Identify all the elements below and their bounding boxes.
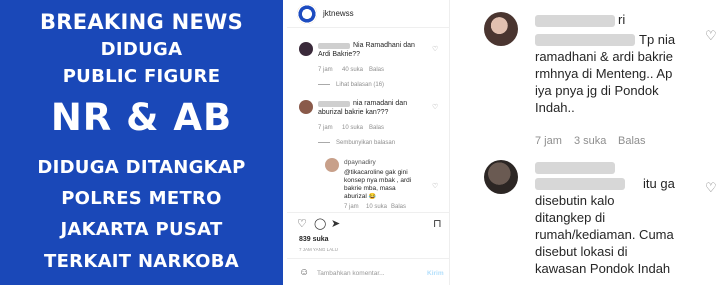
reply-text: aburizal 😂: [344, 193, 377, 200]
avatar[interactable]: [484, 160, 518, 194]
comment-username-tail: ri: [618, 12, 626, 27]
reply-text: bakrie mba, masa: [344, 185, 396, 192]
comment-icon[interactable]: ◯: [314, 217, 326, 230]
comment-time: 7 jam: [318, 67, 333, 73]
reply-time: 7 jam: [344, 204, 359, 210]
comment-text: rumah/kediaman. Cuma: [535, 227, 674, 242]
comment-text: rmhnya di Menteng.. Ap: [535, 66, 673, 81]
reply-username[interactable]: dpaynadiry: [344, 159, 376, 167]
comment-text: Ardi Bakrie??: [318, 51, 361, 58]
banner-line: TERKAIT NARKOBA: [43, 251, 239, 272]
comment-text: disebut lokasi di: [535, 244, 628, 259]
banner-line: PUBLIC FIGURE: [62, 66, 221, 87]
reply-likes[interactable]: 10 suka: [366, 204, 387, 210]
comment-time: 7 jam: [535, 135, 562, 147]
share-icon[interactable]: ➤: [331, 217, 340, 230]
banner-line: JAKARTA PUSAT: [60, 219, 223, 240]
instagram-post-panel: jktnewss Nia Ramadhani dan Ardi Bakrie??…: [287, 0, 450, 285]
comment-text: ramadhani & ardi bakrie: [535, 49, 674, 64]
avatar[interactable]: [484, 12, 518, 46]
banner-line: DIDUGA: [100, 39, 183, 60]
likes-count[interactable]: 839 suka: [299, 236, 329, 243]
blurred-username: [535, 162, 615, 174]
reply-button[interactable]: Balas: [369, 67, 384, 73]
comment-text: disebutin kalo: [535, 193, 615, 208]
avatar[interactable]: [297, 4, 317, 24]
post-header: jktnewss: [287, 0, 450, 28]
reply-text: @tikacaroline gak gini: [344, 169, 408, 176]
comment-text: ditangkep di: [535, 210, 606, 225]
blurred-username: [318, 43, 350, 49]
avatar[interactable]: [325, 158, 339, 172]
heart-icon[interactable]: ♡: [432, 103, 438, 111]
banner-initials: NR & AB: [50, 96, 233, 139]
comment-text: Indah..: [535, 100, 575, 115]
blurred-username: [318, 101, 350, 107]
comment-likes[interactable]: 40 suka: [342, 67, 363, 73]
username[interactable]: jktnewss: [323, 9, 354, 18]
add-comment-bar: ☺ Tambahkan komentar... Kirim: [287, 258, 450, 285]
comment-likes[interactable]: 10 suka: [342, 125, 363, 131]
zoomed-comments-panel: ri Tp nia ramadhani & ardi bakrie rmhnya…: [450, 0, 720, 285]
heart-icon[interactable]: ♡: [432, 182, 438, 190]
reply-text: konsep nya mbak , ardi: [344, 177, 412, 184]
reply-button[interactable]: Balas: [618, 135, 646, 147]
avatar[interactable]: [299, 42, 313, 56]
comment-text: itu ga: [643, 176, 675, 191]
comment-likes[interactable]: 3 suka: [574, 135, 606, 147]
blurred-username: [535, 15, 615, 27]
comment-text: nia ramadani dan: [353, 100, 408, 107]
banner-headline: BREAKING NEWS: [39, 10, 244, 34]
heart-icon[interactable]: ♡: [297, 217, 307, 230]
send-button[interactable]: Kirim: [427, 270, 444, 277]
comment-text: kawasan Pondok Indah: [535, 261, 671, 276]
comment-text: aburizal bakrie kan???: [318, 109, 389, 116]
comment-text: Nia Ramadhani dan: [353, 42, 415, 49]
heart-icon[interactable]: ♡: [432, 45, 438, 53]
emoji-icon[interactable]: ☺: [299, 267, 309, 278]
post-time: 7 JAM YANG LALU: [299, 247, 338, 252]
emoji: 😂: [368, 194, 377, 200]
comment-text: iya pnya jg di Pondok: [535, 83, 659, 98]
breaking-news-banner: BREAKING NEWS DIDUGA PUBLIC FIGURE NR & …: [0, 0, 283, 285]
banner-line: POLRES METRO: [61, 188, 222, 209]
blurred-mention: [535, 178, 625, 190]
reply-button[interactable]: Balas: [369, 125, 384, 131]
reply-button[interactable]: Balas: [391, 204, 406, 210]
comment-time: 7 jam: [318, 125, 333, 131]
blurred-mention: [535, 34, 635, 46]
comment-input[interactable]: Tambahkan komentar...: [317, 270, 385, 277]
bookmark-icon[interactable]: ⊓: [433, 217, 442, 230]
avatar[interactable]: [299, 100, 313, 114]
heart-icon[interactable]: ♡: [705, 180, 717, 196]
hide-replies-button[interactable]: Sembunyikan balasan: [318, 140, 395, 146]
heart-icon[interactable]: ♡: [705, 28, 717, 44]
comment-text: Tp nia: [639, 32, 676, 47]
banner-line: DIDUGA DITANGKAP: [37, 157, 246, 178]
view-replies-button[interactable]: Lihat balasan (16): [318, 82, 384, 88]
